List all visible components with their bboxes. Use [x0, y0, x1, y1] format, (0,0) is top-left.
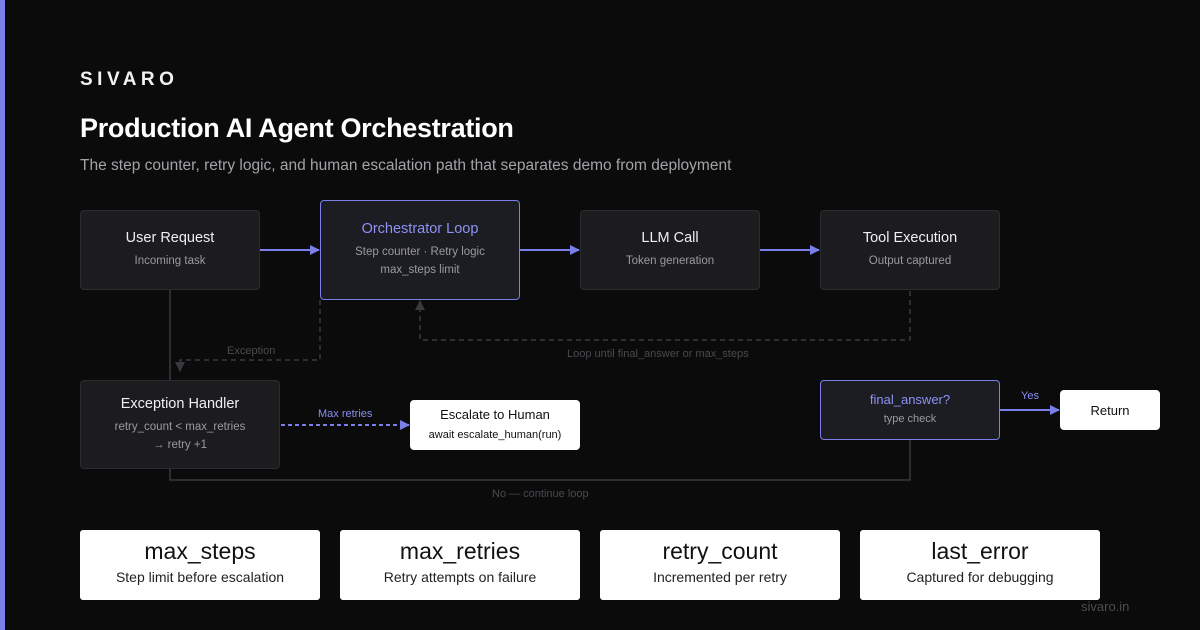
param-description: Retry attempts on failure: [383, 569, 537, 585]
node-exception-handler: Exception Handler retry_count < max_retr…: [80, 380, 280, 469]
param-name: max_steps: [144, 538, 256, 564]
node-subtitle: type check: [883, 413, 937, 425]
param-card-max-steps: max_steps Step limit before escalation: [80, 530, 320, 600]
param-description: Incremented per retry: [653, 569, 787, 585]
edge-label-yes: Yes: [1021, 390, 1039, 402]
param-card-retry-count: retry_count Incremented per retry: [600, 530, 840, 600]
param-name: last_error: [931, 538, 1029, 564]
node-subtitle: Token generation: [625, 255, 715, 267]
node-subtitle: Output captured: [868, 255, 952, 267]
node-orchestrator-loop: Orchestrator Loop Step counter · Retry l…: [320, 200, 520, 300]
node-title: User Request: [125, 230, 215, 246]
node-title: Escalate to Human: [440, 406, 550, 422]
node-title: final_answer?: [869, 392, 951, 407]
node-subtitle: retry_count < max_retries → retry +1: [115, 418, 246, 454]
node-subtitle: Step counter · Retry logic max_steps lim…: [355, 243, 485, 279]
footer-url: sivaro.in: [1081, 599, 1130, 614]
param-card-last-error: last_error Captured for debugging: [860, 530, 1100, 600]
node-subtitle-line: retry_count < max_retries: [114, 420, 246, 433]
param-card-max-retries: max_retries Retry attempts on failure: [340, 530, 580, 600]
edge-label-max-retries: Max retries: [318, 408, 373, 420]
param-name: retry_count: [662, 538, 778, 564]
node-return: Return: [1060, 390, 1160, 430]
node-llm-call: LLM Call Token generation: [580, 210, 760, 290]
node-title: Exception Handler: [120, 395, 240, 412]
edge-label-loop: Loop until final_answer or max_steps: [567, 348, 749, 360]
node-subtitle-line: → retry +1: [152, 438, 207, 451]
node-title: LLM Call: [641, 230, 699, 246]
node-final-answer: final_answer? type check: [820, 380, 1000, 440]
node-tool-execution: Tool Execution Output captured: [820, 210, 1000, 290]
param-description: Captured for debugging: [906, 569, 1054, 585]
node-escalate-to-human: Escalate to Human await escalate_human(r…: [410, 400, 580, 450]
node-subtitle: Incoming task: [134, 255, 206, 267]
node-user-request: User Request Incoming task: [80, 210, 260, 290]
node-title: Return: [1090, 402, 1130, 418]
node-subtitle-line: Step counter · Retry logic: [355, 246, 485, 258]
node-subtitle: await escalate_human(run): [428, 428, 562, 441]
edge-exception: [175, 300, 321, 372]
param-name: max_retries: [399, 538, 521, 564]
node-title: Orchestrator Loop: [361, 221, 479, 237]
node-title: Tool Execution: [862, 230, 958, 246]
edge-label-no-continue: No — continue loop: [492, 488, 589, 500]
edge-label-exception: Exception: [227, 345, 276, 357]
param-description: Step limit before escalation: [115, 569, 285, 585]
node-subtitle-line: max_steps limit: [380, 264, 460, 276]
